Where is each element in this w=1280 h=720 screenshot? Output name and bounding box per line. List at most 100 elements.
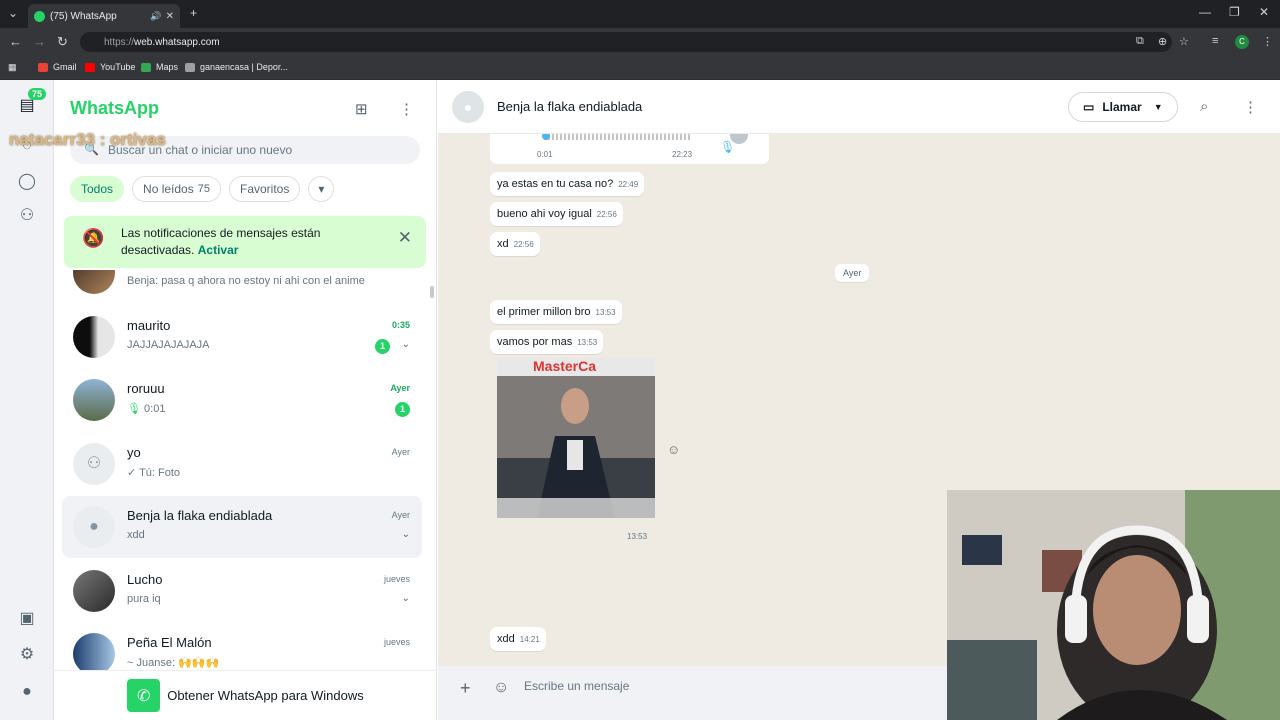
emoji-react-icon[interactable]: ☺ xyxy=(667,442,680,457)
chat-name: Benja la flaka endiablada xyxy=(127,508,273,523)
message-bubble[interactable]: vamos por mas 13:53 xyxy=(490,330,604,354)
menu-icon[interactable]: ⋮ xyxy=(399,100,414,118)
message-bubble[interactable]: bueno ahi voy igual 22:56 xyxy=(490,202,623,226)
reading-list-icon[interactable]: ≡ xyxy=(1212,35,1218,47)
chat-name: Peña El Malón xyxy=(127,635,212,650)
contact-name[interactable]: Benja la flaka endiablada xyxy=(497,99,642,114)
message-bubble[interactable]: ya estas en tu casa no? 22:49 xyxy=(490,172,645,196)
voice-message[interactable]: 0:01 22:23 🎙 xyxy=(490,134,769,164)
audio-icon[interactable]: 🔊 xyxy=(150,11,161,22)
browser-tab[interactable]: (75) WhatsApp 🔊 ✕ xyxy=(28,4,180,28)
message-text: ya estas en tu casa no? xyxy=(497,178,614,190)
back-icon[interactable]: ← xyxy=(9,34,22,49)
close-tab-icon[interactable]: ✕ xyxy=(166,11,174,22)
chat-time: Ayer xyxy=(391,447,410,457)
chevron-down-icon[interactable]: ⌄ xyxy=(402,339,410,350)
media-icon[interactable]: ▣ xyxy=(17,609,37,629)
profile-icon[interactable]: ● xyxy=(17,682,37,702)
message-bubble[interactable]: el primer millon bro 13:53 xyxy=(490,300,622,324)
contact-avatar[interactable]: ● xyxy=(452,91,484,123)
chevron-down-icon[interactable]: ⌄ xyxy=(402,529,410,540)
search-icon[interactable]: ⌕ xyxy=(1200,98,1208,115)
menu-icon[interactable]: ⋮ xyxy=(1243,98,1258,116)
chat-preview: ✓ Tú: Foto xyxy=(127,466,180,479)
filter-todos[interactable]: Todos xyxy=(70,176,125,202)
apps-grid-icon[interactable]: ▦ xyxy=(8,62,17,73)
chat-time: jueves xyxy=(383,637,410,647)
close-window-icon[interactable]: ✕ xyxy=(1259,5,1269,19)
message-text: el primer millon bro xyxy=(497,306,591,318)
chevron-down-icon[interactable]: ⌄ xyxy=(402,593,410,604)
chat-item[interactable]: maurito JAJJAJAJAJAJA 0:35 1 ⌄ xyxy=(62,306,422,368)
get-windows-banner[interactable]: ✆ Obtener WhatsApp para Windows xyxy=(54,670,437,720)
message-text: xd xyxy=(497,238,509,250)
chat-item[interactable]: roruuu 🎙 0:01 Ayer 1 xyxy=(62,369,422,431)
message-bubble[interactable]: xd 22:56 xyxy=(490,232,540,256)
new-tab-icon[interactable]: + xyxy=(190,6,197,20)
chat-name: maurito xyxy=(127,318,171,333)
browser-menu-icon[interactable]: ⋮ xyxy=(1262,35,1273,48)
message-input[interactable]: Escribe un mensaje xyxy=(524,679,629,693)
settings-icon[interactable]: ⚙ xyxy=(17,645,37,665)
image-time: 13:53 xyxy=(627,532,648,541)
chat-list: Benja: pasa q ahora no estoy ni ahi con … xyxy=(54,270,437,670)
chat-item[interactable]: Benja: pasa q ahora no estoy ni ahi con … xyxy=(62,270,422,304)
image-overlay-text: MasterCa xyxy=(533,358,596,374)
chevron-down-icon: ▼ xyxy=(1153,102,1163,112)
profile-avatar[interactable]: C xyxy=(1235,35,1249,49)
filter-label: Todos xyxy=(81,182,114,196)
scrollbar[interactable] xyxy=(430,286,434,298)
maximize-icon[interactable]: ❐ xyxy=(1229,5,1240,19)
close-icon[interactable]: ✕ xyxy=(398,229,412,246)
chat-name: Lucho xyxy=(127,572,163,587)
install-app-icon[interactable]: ⧉ xyxy=(1136,35,1144,48)
chat-item[interactable]: Peña El Malón ~ Juanse: 🙌🙌🙌 jueves xyxy=(62,623,422,670)
tab-search-icon[interactable]: ⌄ xyxy=(8,6,18,20)
bookmark-gmail[interactable]: Gmail xyxy=(38,62,77,72)
image-content: MasterCa xyxy=(497,358,655,518)
chat-item[interactable]: ⚇ yo ✓ Tú: Foto Ayer xyxy=(62,433,422,495)
image-message[interactable]: MasterCa xyxy=(497,358,655,518)
message-text: vamos por mas xyxy=(497,336,573,348)
filter-more[interactable]: ▾ xyxy=(308,176,335,202)
filter-chips: Todos No leídos 75 Favoritos ▾ xyxy=(70,176,335,202)
zoom-icon[interactable]: ⊕ xyxy=(1158,35,1167,48)
filter-no-leidos[interactable]: No leídos 75 xyxy=(132,176,221,202)
message-bubble[interactable]: xdd 14:21 xyxy=(490,627,546,651)
chat-item[interactable]: Lucho pura iq jueves ⌄ xyxy=(62,560,422,622)
bookmark-maps[interactable]: Maps xyxy=(141,62,178,72)
url-field[interactable]: https:// web.whatsapp.com xyxy=(80,32,1172,52)
call-button[interactable]: ▭ Llamar ▼ xyxy=(1068,92,1178,122)
message-time: 13:53 xyxy=(577,338,598,347)
bookmark-youtube[interactable]: YouTube xyxy=(85,62,135,72)
forward-icon[interactable]: → xyxy=(33,34,46,49)
bell-off-icon: 🔕 xyxy=(82,228,105,248)
communities-icon[interactable]: ⚇ xyxy=(17,206,37,226)
activate-link[interactable]: Activar xyxy=(198,243,239,257)
minimize-icon[interactable]: — xyxy=(1199,5,1211,19)
voice-elapsed: 0:01 xyxy=(537,150,553,159)
emoji-icon[interactable]: ☺ xyxy=(493,679,509,697)
channels-icon[interactable]: ◯ xyxy=(17,172,37,192)
avatar xyxy=(73,316,115,358)
unread-badge: 75 xyxy=(28,88,47,100)
call-label: Llamar xyxy=(1102,100,1142,114)
reload-icon[interactable]: ↻ xyxy=(57,34,68,50)
chat-time: jueves xyxy=(383,574,410,584)
mic-icon: 🎙 xyxy=(720,140,736,154)
chat-preview: 🎙 0:01 xyxy=(127,402,165,415)
bookmark-star-icon[interactable]: ☆ xyxy=(1179,35,1189,48)
bookmark-ganaencasa[interactable]: ganaencasa | Depor... xyxy=(185,62,288,72)
new-chat-icon[interactable]: ⊞ xyxy=(355,100,368,118)
chat-preview: JAJJAJAJAJAJA xyxy=(127,339,210,351)
unread-count: 1 xyxy=(375,339,390,354)
nav-rail: ▤ 75 ◌ ◯ ⚇ ▣ ⚙ ● xyxy=(0,80,54,720)
avatar xyxy=(73,270,115,294)
chat-time: Ayer xyxy=(390,383,410,393)
tab-title: (75) WhatsApp xyxy=(50,10,117,22)
chat-item-selected[interactable]: ● Benja la flaka endiablada xdd Ayer ⌄ xyxy=(62,496,422,558)
attach-plus-icon[interactable]: + xyxy=(460,678,471,699)
filter-favoritos[interactable]: Favoritos xyxy=(228,176,301,202)
bookmark-label: Maps xyxy=(156,62,179,72)
chat-preview: pura iq xyxy=(127,593,161,605)
